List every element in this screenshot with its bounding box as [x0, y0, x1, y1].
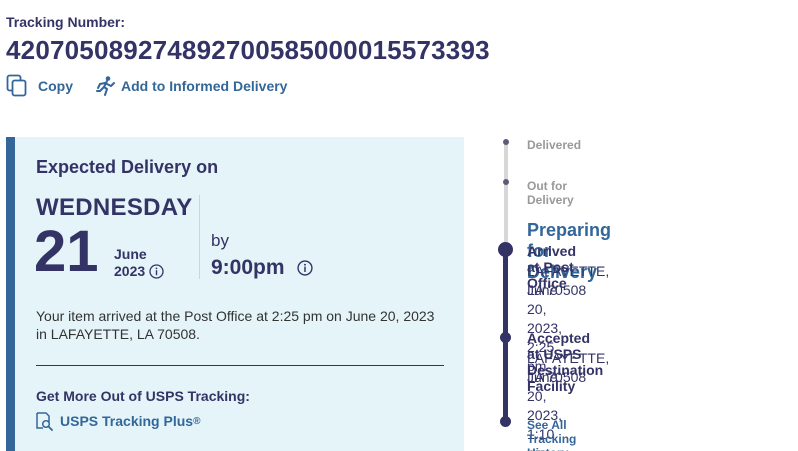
delivery-weekday: WEDNESDAY	[36, 194, 193, 221]
timeline-dot	[503, 179, 509, 185]
delivery-month: June	[114, 246, 147, 262]
tracking-plus-icon	[34, 411, 54, 431]
timeline-dot	[503, 139, 509, 145]
see-all-tracking-history-link[interactable]: See All Tracking History	[527, 418, 576, 451]
informed-delivery-icon	[95, 75, 117, 97]
copy-icon	[6, 74, 28, 98]
step-delivered: Delivered	[527, 138, 582, 152]
timeline-future-line	[504, 142, 508, 248]
add-to-informed-delivery-button[interactable]: Add to Informed Delivery	[95, 75, 287, 97]
tracking-actions: Copy Add to Informed Delivery	[6, 74, 287, 98]
copy-label: Copy	[38, 78, 73, 94]
timeline-dot-current	[498, 242, 513, 257]
info-icon[interactable]	[149, 263, 164, 279]
tracking-number: 420705089274892700585000015573393	[6, 35, 490, 65]
expected-delivery-heading: Expected Delivery on	[36, 157, 219, 177]
timeline-dot	[500, 332, 511, 343]
delivery-year-row: 2023	[114, 263, 164, 279]
delivery-time-row: 9:00pm	[211, 256, 313, 280]
get-more-heading: Get More Out of USPS Tracking:	[36, 388, 250, 404]
copy-button[interactable]: Copy	[6, 74, 73, 98]
usps-tracking-plus-link[interactable]: USPS Tracking Plus ®	[34, 411, 200, 431]
registered-mark: ®	[193, 415, 201, 427]
date-time-divider	[199, 195, 200, 279]
tracking-number-label: Tracking Number:	[6, 14, 126, 30]
usps-tracking-plus-label: USPS Tracking Plus	[60, 413, 194, 429]
card-divider	[36, 365, 444, 366]
delivery-day: 21	[34, 219, 99, 284]
add-to-informed-delivery-label: Add to Informed Delivery	[121, 78, 288, 94]
delivery-year: 2023	[114, 263, 146, 279]
step-out-for-delivery: Out for Delivery	[527, 179, 574, 207]
by-label: by	[211, 231, 229, 250]
expected-delivery-card: Expected Delivery on WEDNESDAY 21 June 2…	[6, 137, 464, 451]
info-icon[interactable]	[296, 260, 313, 276]
delivery-time: 9:00pm	[211, 256, 285, 279]
delivery-status-message: Your item arrived at the Post Office at …	[36, 308, 435, 342]
timeline-dot	[500, 416, 511, 427]
